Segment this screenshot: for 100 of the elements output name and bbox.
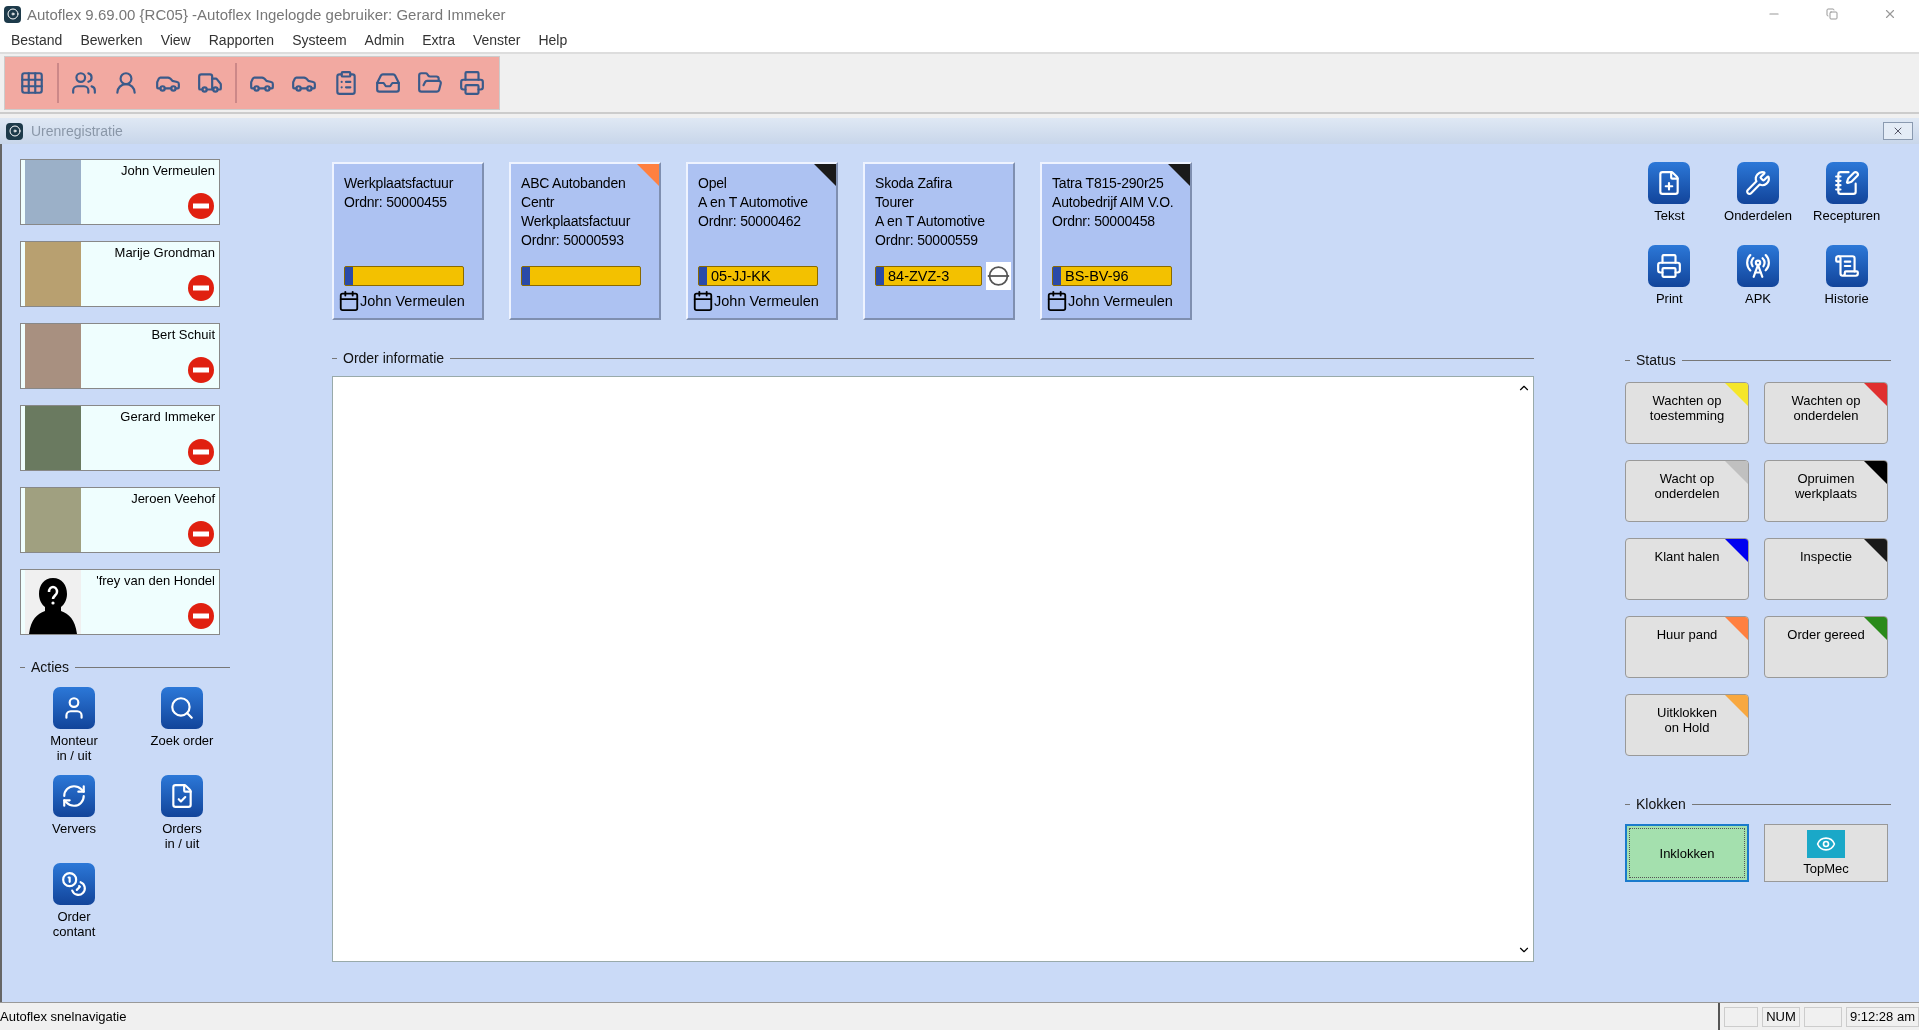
cash-icon (53, 863, 95, 905)
quick-action-button[interactable]: Recepturen (1802, 162, 1891, 223)
menu-item[interactable]: Admin (355, 28, 414, 52)
employee-card[interactable]: Bert Schuit (20, 323, 220, 389)
status-button[interactable]: Inspectie (1764, 538, 1888, 600)
quick-action-button[interactable]: Onderdelen (1713, 162, 1803, 223)
order-card[interactable]: Opel A en T Automotive Ordnr: 50000462 05-JJ-KK John Vermeulen (686, 162, 838, 320)
remove-icon[interactable] (187, 274, 215, 302)
action-button[interactable]: Monteur in / uit (20, 687, 128, 763)
eye-icon (1807, 830, 1845, 858)
action-button[interactable]: Order contant (20, 863, 128, 939)
close-icon (1883, 7, 1897, 21)
status-button[interactable]: Wachten op onderdelen (1764, 382, 1888, 444)
menu-item[interactable]: Bewerken (71, 28, 152, 52)
num-lock-indicator: NUM (1761, 1006, 1800, 1027)
clipboard-icon (333, 70, 359, 96)
employee-card[interactable]: John Vermeulen (20, 159, 220, 225)
check-icon (161, 775, 203, 817)
order-details: Werkplaatsfactuur Ordnr: 50000455 (344, 174, 455, 212)
employee-card[interactable]: Jeroen Veehof (20, 487, 220, 553)
section-title: Status (1636, 352, 1676, 368)
order-details: Opel A en T Automotive Ordnr: 50000462 (698, 174, 809, 231)
refresh-icon (53, 775, 95, 817)
section-title: Klokken (1636, 796, 1686, 812)
close-icon (1892, 125, 1904, 137)
panel-title: Urenregistratie (31, 123, 124, 139)
status-button[interactable]: Klant halen (1625, 538, 1749, 600)
menu-item[interactable]: Venster (463, 28, 530, 52)
employee-card[interactable]: Marije Grondman (20, 241, 220, 307)
status-button[interactable]: Order gereed (1764, 616, 1888, 678)
folder-icon (417, 70, 443, 96)
menu-item[interactable]: Rapporten (199, 28, 284, 52)
search-icon (161, 687, 203, 729)
employee-card[interactable]: 'frey van den Hondel (20, 569, 220, 635)
remove-icon[interactable] (187, 356, 215, 384)
restore-icon (1826, 8, 1838, 20)
remove-icon[interactable] (187, 438, 215, 466)
history-icon (1825, 245, 1868, 287)
clock-time: 9:12:28 am (1845, 1006, 1919, 1027)
employee-card[interactable]: Gerard Immeker (20, 405, 220, 471)
calendar-icon (338, 290, 360, 312)
users-icon (71, 70, 97, 96)
status-button[interactable]: Uitklokken on Hold (1625, 694, 1749, 756)
order-card[interactable]: Werkplaatsfactuur Ordnr: 50000455 John Vermeulen (332, 162, 484, 320)
status-button[interactable]: Huur pand (1625, 616, 1749, 678)
status-button[interactable]: Opruimen werkplaats (1764, 460, 1888, 522)
employee-name: John Vermeulen (121, 163, 215, 178)
app-logo-icon (4, 5, 21, 23)
mechanic-name: John Vermeulen (714, 293, 819, 309)
quick-action-button[interactable]: Tekst (1625, 162, 1714, 223)
action-button[interactable]: Zoek order (128, 687, 236, 763)
order-card[interactable]: Skoda Zafira Tourer A en T Automotive Ordnr: 50000559 84-ZVZ-3 (863, 162, 1015, 320)
mechanic-name: John Vermeulen (1068, 293, 1173, 309)
license-plate: 84-ZVZ-3 (875, 266, 983, 286)
clock-button[interactable]: Inklokken (1625, 824, 1749, 882)
remove-icon[interactable] (187, 520, 215, 548)
window-title: Autoflex 9.69.00 {RC05} -Autoflex Ingelogde gebruiker: Gerard Immeker (27, 5, 507, 23)
order-details: ABC Autobanden Centr Werkplaatsfactuur Ordnr: 50000593 (521, 174, 632, 250)
status-button[interactable]: Wachten op toestemming (1625, 382, 1749, 444)
user-icon (113, 70, 139, 96)
remove-icon[interactable] (187, 192, 215, 220)
tray-icon (375, 70, 401, 96)
employee-name: Bert Schuit (151, 327, 215, 342)
close-button[interactable] (1883, 122, 1913, 140)
print-icon (1648, 245, 1691, 287)
status-panel (1803, 1006, 1842, 1027)
menu-item[interactable]: Systeem (283, 28, 356, 52)
license-plate: BS-BV-96 (1052, 266, 1172, 286)
status-button[interactable]: Wacht op onderdelen (1625, 460, 1749, 522)
remove-icon[interactable] (187, 602, 215, 630)
order-card[interactable]: Tatra T815-290r25 Autobedrijf AIM V.O. Ordnr: 50000458 BS-BV-96 John Vermeulen (1040, 162, 1192, 320)
license-plate: 05-JJ-KK (698, 266, 818, 286)
order-details: Skoda Zafira Tourer A en T Automotive Ordnr: 50000559 (875, 174, 986, 250)
grid-icon (19, 70, 45, 96)
parts-icon (1737, 162, 1779, 204)
employee-name: 'frey van den Hondel (96, 573, 215, 588)
order-card[interactable]: ABC Autobanden Centr Werkplaatsfactuur Ordnr: 50000593 (509, 162, 661, 320)
menu-item[interactable]: Extra (413, 28, 464, 52)
action-button[interactable]: Orders in / uit (128, 775, 236, 851)
calendar-icon (1046, 290, 1068, 312)
calendar-icon (692, 290, 714, 312)
employee-name: Jeroen Veehof (131, 491, 215, 506)
status-text: Autoflex snelnavigatie (0, 1009, 128, 1024)
quick-action-button[interactable]: Print (1625, 245, 1714, 306)
user-icon (53, 687, 95, 729)
section-title: Acties (31, 659, 70, 675)
section-title: Order informatie (343, 350, 445, 366)
menu-item[interactable]: Bestand (2, 28, 72, 52)
clock-button[interactable]: TopMec (1764, 824, 1888, 882)
mechanic-name: John Vermeulen (360, 293, 465, 309)
menu-item[interactable]: View (151, 28, 200, 52)
quick-action-button[interactable]: APK (1713, 245, 1803, 306)
action-button[interactable]: Ververs (20, 775, 128, 851)
printer-icon (459, 70, 485, 96)
panel-icon (6, 122, 23, 140)
status-panel (1723, 1006, 1758, 1027)
order-details: Tatra T815-290r25 Autobedrijf AIM V.O. Ordnr: 50000458 (1052, 174, 1175, 231)
quick-action-button[interactable]: Historie (1802, 245, 1891, 306)
employee-name: Gerard Immeker (120, 409, 215, 424)
menu-item[interactable]: Help (529, 28, 577, 52)
